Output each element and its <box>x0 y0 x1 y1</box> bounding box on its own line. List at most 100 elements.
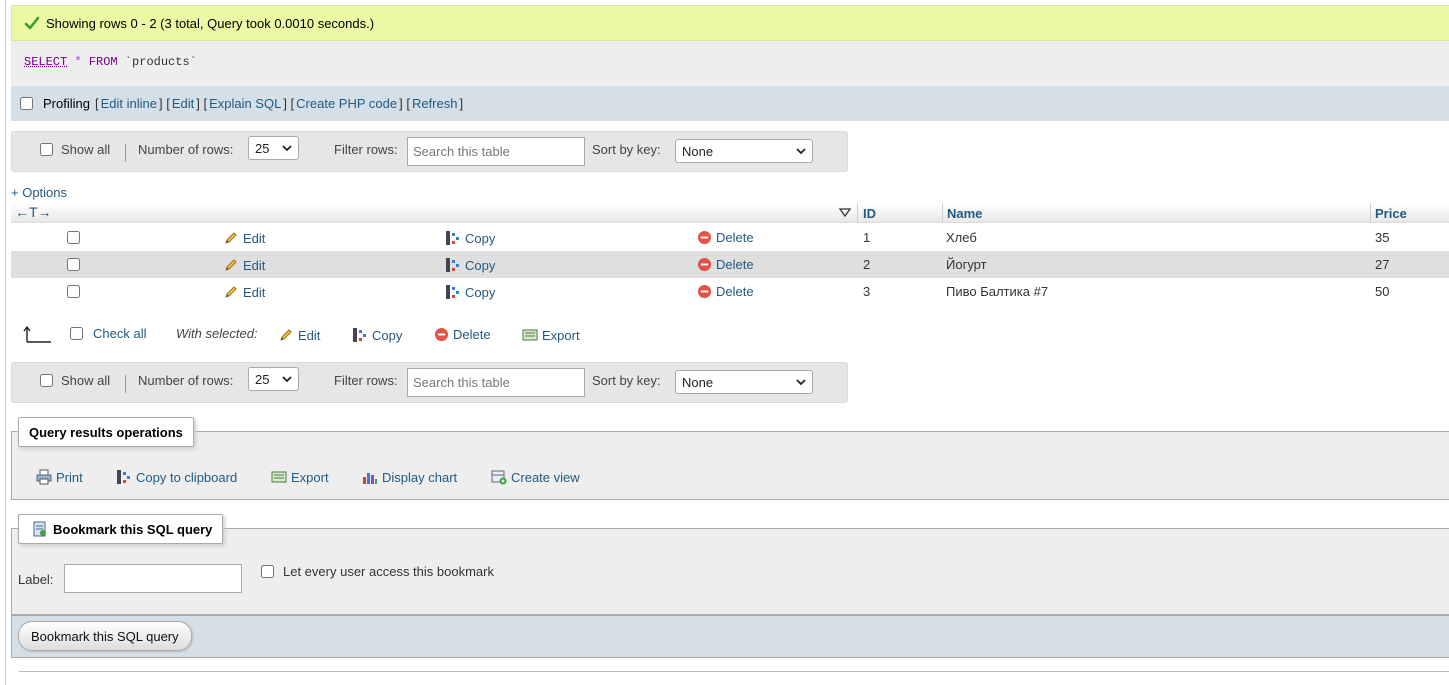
with-selected-label: With selected: <box>176 326 258 341</box>
cell-id[interactable]: 1 <box>863 230 870 245</box>
sort-label: Sort by key: <box>592 373 661 388</box>
bulk-export-button[interactable]: Export <box>522 327 580 343</box>
copy-icon <box>446 258 459 272</box>
bookmark-fieldset: Label: Let every user access this bookma… <box>11 528 1449 615</box>
row-edit-button[interactable]: Edit <box>223 284 265 300</box>
filter-input[interactable]: Search this table <box>407 137 585 166</box>
table-row: Edit Copy Delete 2 Йогурт 27 <box>11 251 1449 278</box>
sql-table-name: `products` <box>124 55 197 69</box>
show-all-toggle[interactable]: Show all <box>40 142 110 157</box>
edit-link[interactable]: Edit <box>172 96 194 111</box>
bulk-copy-button[interactable]: Copy <box>352 327 402 343</box>
delete-icon <box>697 257 712 272</box>
footer-divider <box>19 671 1449 672</box>
row-edit-button[interactable]: Edit <box>223 230 265 246</box>
filter-label: Filter rows: <box>334 373 398 388</box>
profiling-checkbox[interactable] <box>20 97 33 110</box>
check-all-checkbox[interactable] <box>70 327 83 340</box>
pencil-icon <box>225 259 237 271</box>
sort-select[interactable]: None <box>675 370 813 394</box>
bulk-delete-button[interactable]: Delete <box>434 327 491 342</box>
export-button[interactable]: Export <box>271 469 329 485</box>
chevron-down-icon <box>282 376 292 383</box>
explain-sql-link[interactable]: Explain SQL <box>209 96 281 111</box>
sql-keyword-select[interactable]: SELECT <box>24 55 67 69</box>
check-all-arrow-icon <box>23 325 51 343</box>
refresh-link[interactable]: Refresh <box>412 96 458 111</box>
row-checkbox[interactable] <box>67 231 80 244</box>
column-header-id[interactable]: ID <box>863 206 876 221</box>
cell-price[interactable]: 35 <box>1375 230 1389 245</box>
rows-label: Number of rows: <box>138 142 234 157</box>
create-view-button[interactable]: Create view <box>491 469 580 485</box>
filter-label: Filter rows: <box>334 142 398 157</box>
sql-statement: SELECT * FROM `products` <box>11 41 1449 86</box>
rows-label: Number of rows: <box>138 373 234 388</box>
bookmark-submit-button[interactable]: Bookmark this SQL query <box>18 621 192 651</box>
filter-placeholder: Search this table <box>413 375 510 390</box>
row-copy-button[interactable]: Copy <box>445 257 495 273</box>
sql-keyword-from: FROM <box>88 55 118 69</box>
column-resize-arrows[interactable]: ←T→ <box>15 204 52 220</box>
rows-select[interactable]: 25 <box>248 367 299 391</box>
show-all-toggle[interactable]: Show all <box>40 373 110 388</box>
row-edit-button[interactable]: Edit <box>223 257 265 273</box>
copy-icon <box>353 328 366 342</box>
row-copy-button[interactable]: Copy <box>445 284 495 300</box>
edit-inline-link[interactable]: Edit inline <box>101 96 157 111</box>
row-copy-button[interactable]: Copy <box>445 230 495 246</box>
row-delete-button[interactable]: Delete <box>697 284 754 299</box>
cell-name[interactable]: Пиво Балтика #7 <box>946 284 1048 299</box>
filter-input[interactable]: Search this table <box>407 368 585 397</box>
bookmark-public-checkbox[interactable] <box>261 565 274 578</box>
print-button[interactable]: Print <box>36 469 83 485</box>
cell-name[interactable]: Йогурт <box>946 257 987 272</box>
sql-tools-bar: Profiling [ Edit inline ] [ Edit ] [ Exp… <box>11 86 1449 121</box>
sort-select[interactable]: None <box>675 139 813 163</box>
query-results-operations-legend: Query results operations <box>18 417 194 447</box>
navigation-panel-bottom: Show all Number of rows: 25 Filter rows:… <box>11 362 848 403</box>
export-icon <box>271 471 287 483</box>
column-header-price[interactable]: Price <box>1375 206 1407 221</box>
column-header-name[interactable]: Name <box>947 206 982 221</box>
cell-name[interactable]: Хлеб <box>946 230 977 245</box>
bulk-edit-button[interactable]: Edit <box>278 327 320 343</box>
pencil-icon <box>280 329 292 341</box>
rows-select-value: 25 <box>255 371 270 387</box>
sort-down-icon[interactable] <box>839 208 851 218</box>
row-delete-button[interactable]: Delete <box>697 230 754 245</box>
cell-id[interactable]: 2 <box>863 257 870 272</box>
row-checkbox[interactable] <box>67 285 80 298</box>
show-all-label: Show all <box>61 373 111 388</box>
sort-label: Sort by key: <box>592 142 661 157</box>
pencil-icon <box>225 232 237 244</box>
bookmark-submit-bar: Bookmark this SQL query <box>11 615 1449 658</box>
rows-select[interactable]: 25 <box>248 136 299 160</box>
row-delete-button[interactable]: Delete <box>697 257 754 272</box>
display-chart-button[interactable]: Display chart <box>362 469 457 485</box>
show-all-label: Show all <box>61 142 111 157</box>
copy-icon <box>446 285 459 299</box>
print-icon <box>36 469 52 485</box>
delete-icon <box>697 284 712 299</box>
bookmark-label-input[interactable] <box>64 564 242 593</box>
check-all-link[interactable]: Check all <box>93 326 146 341</box>
bookmark-label-text: Label: <box>18 572 54 587</box>
results-table-header: ←T→ ID Name Price <box>11 203 1449 223</box>
cell-id[interactable]: 3 <box>863 284 870 299</box>
create-php-code-link[interactable]: Create PHP code <box>296 96 397 111</box>
options-link[interactable]: + Options <box>11 185 67 200</box>
navigation-panel-top: Show all Number of rows: 25 Filter rows:… <box>11 131 848 172</box>
with-selected-bar: Check all With selected: Edit Copy Delet… <box>11 322 811 348</box>
row-checkbox[interactable] <box>67 258 80 271</box>
cell-price[interactable]: 50 <box>1375 284 1389 299</box>
cell-price[interactable]: 27 <box>1375 257 1389 272</box>
copy-to-clipboard-button[interactable]: Copy to clipboard <box>116 469 237 485</box>
success-text: Showing rows 0 - 2 (3 total, Query took … <box>46 15 375 31</box>
show-all-checkbox[interactable] <box>40 143 53 156</box>
profiling-label: Profiling <box>43 96 90 111</box>
sql-star: * <box>74 55 82 69</box>
check-icon <box>24 16 40 30</box>
bookmark-legend: Bookmark this SQL query <box>18 514 224 544</box>
show-all-checkbox[interactable] <box>40 374 53 387</box>
